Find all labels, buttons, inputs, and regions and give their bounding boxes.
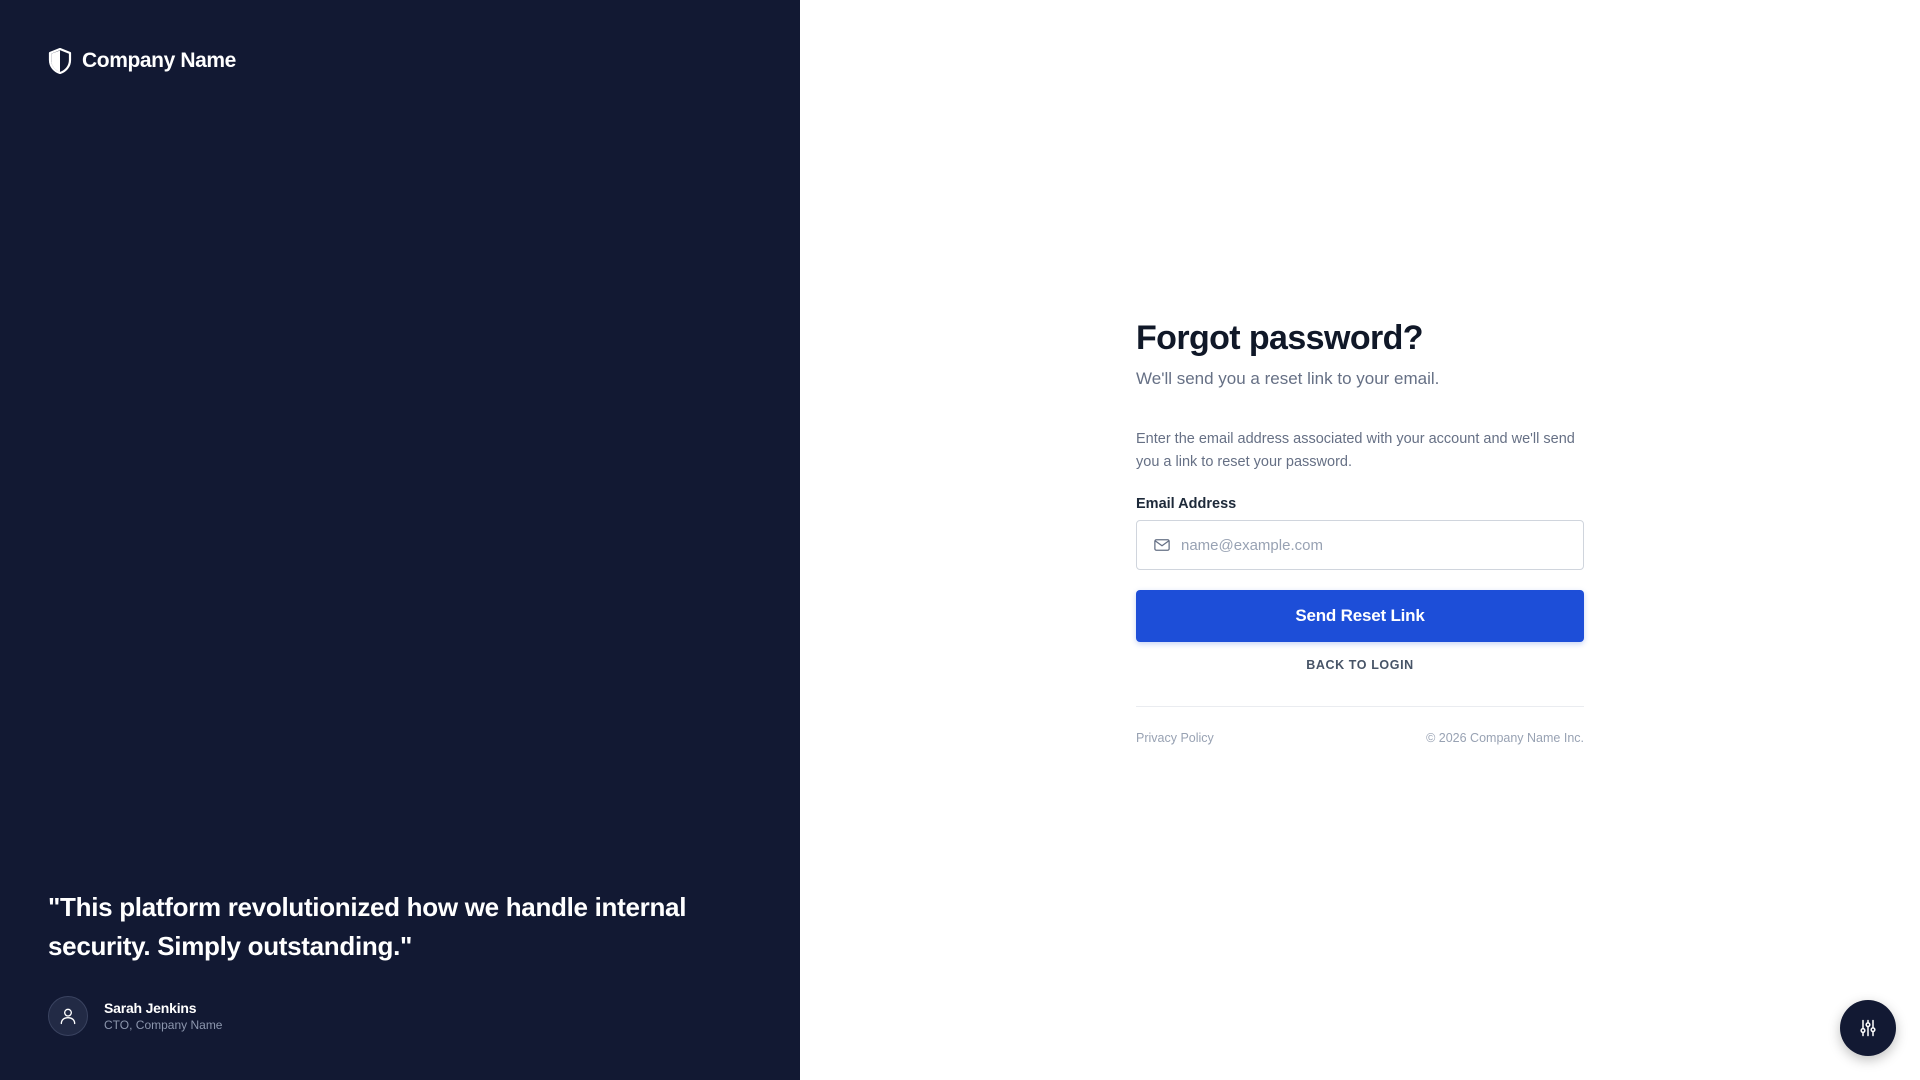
- form-footer: Privacy Policy © 2026 Company Name Inc.: [1136, 731, 1584, 745]
- email-label: Email Address: [1136, 496, 1237, 512]
- shield-icon: [48, 48, 72, 74]
- send-reset-link-button[interactable]: Send Reset Link: [1136, 590, 1584, 642]
- author-role: CTO, Company Name: [104, 1018, 223, 1032]
- mail-icon: [1153, 536, 1171, 554]
- copyright-text: © 2026 Company Name Inc.: [1426, 731, 1584, 745]
- page-title: Forgot password?: [1136, 319, 1424, 357]
- form-description: Enter the email address associated with …: [1136, 431, 1575, 470]
- user-icon: [58, 1006, 78, 1026]
- page-subtitle: We'll send you a reset link to your emai…: [1136, 369, 1440, 388]
- author-name: Sarah Jenkins: [104, 1000, 197, 1016]
- privacy-policy-link[interactable]: Privacy Policy: [1136, 731, 1214, 745]
- brand-panel: Company Name "This platform revolutioniz…: [0, 0, 800, 1080]
- brand-name: Company Name: [82, 49, 236, 72]
- testimonial: "This platform revolutionized how we han…: [48, 888, 768, 1036]
- testimonial-author: Sarah Jenkins CTO, Company Name: [48, 996, 768, 1036]
- brand-logo[interactable]: Company Name: [48, 48, 236, 74]
- testimonial-quote: "This platform revolutionized how we han…: [48, 892, 687, 961]
- forgot-password-form: Forgot password? We'll send you a reset …: [1136, 316, 1584, 745]
- author-info: Sarah Jenkins CTO, Company Name: [104, 999, 222, 1033]
- settings-fab-button[interactable]: [1840, 1000, 1896, 1056]
- avatar: [48, 996, 88, 1036]
- sliders-icon: [1858, 1018, 1878, 1038]
- email-field[interactable]: [1136, 520, 1584, 570]
- divider: [1136, 706, 1584, 707]
- back-to-login-link[interactable]: BACK TO LOGIN: [1136, 658, 1584, 672]
- email-input[interactable]: [1181, 536, 1561, 554]
